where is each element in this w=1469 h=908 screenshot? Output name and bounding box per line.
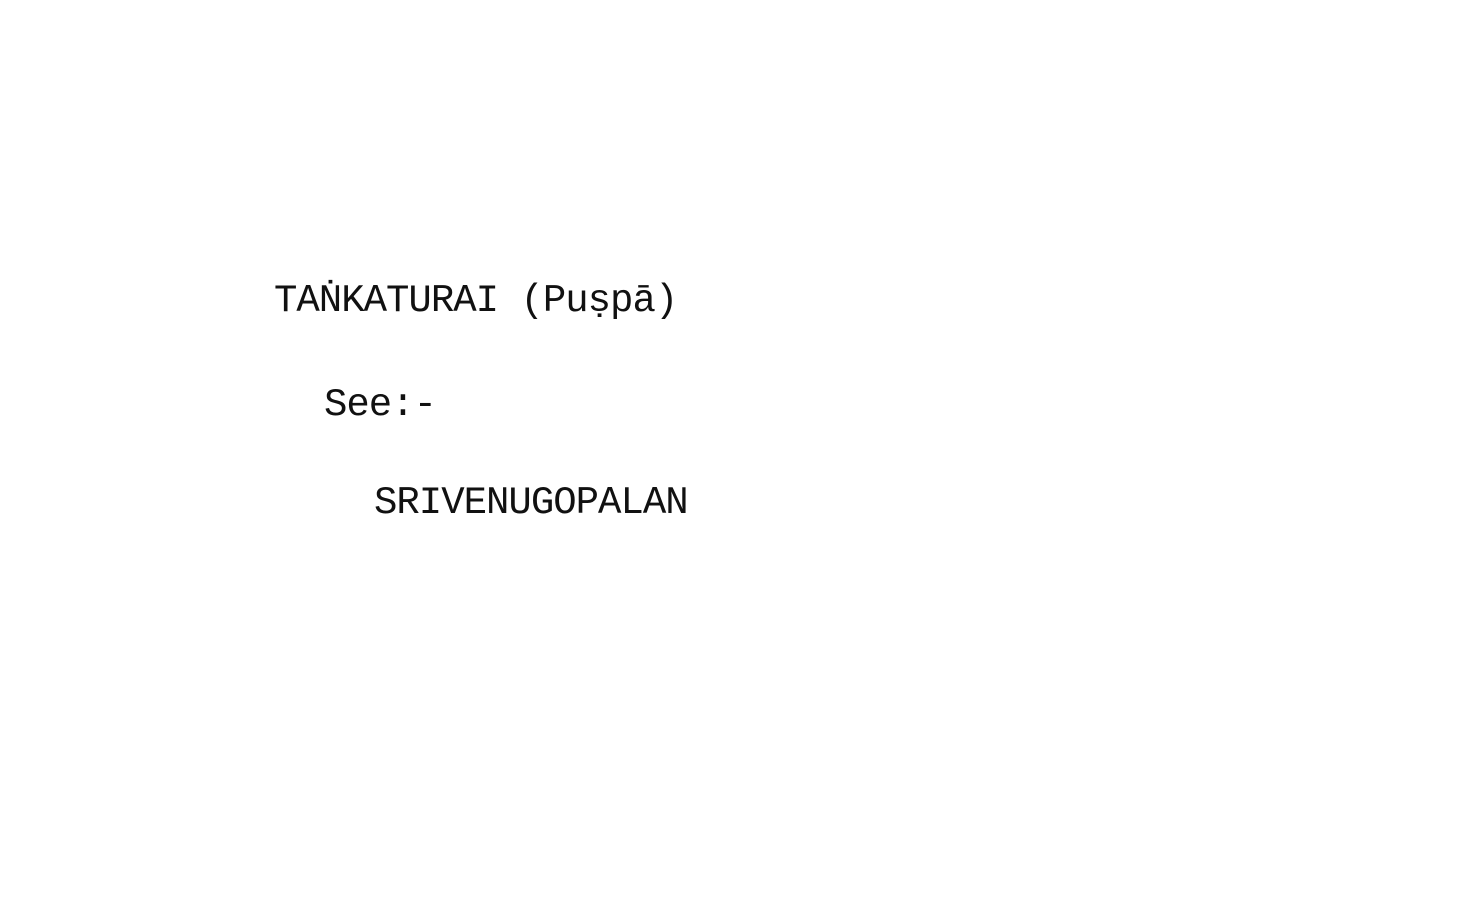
cross-reference: SRIVENUGOPALAN xyxy=(374,481,689,525)
see-label: See:- xyxy=(324,383,437,427)
entry-heading: TAṄKATURAI (Puṣpā) xyxy=(274,279,678,323)
catalog-card: TAṄKATURAI (Puṣpā) See:- SRIVENUGOPALAN xyxy=(0,0,1469,908)
